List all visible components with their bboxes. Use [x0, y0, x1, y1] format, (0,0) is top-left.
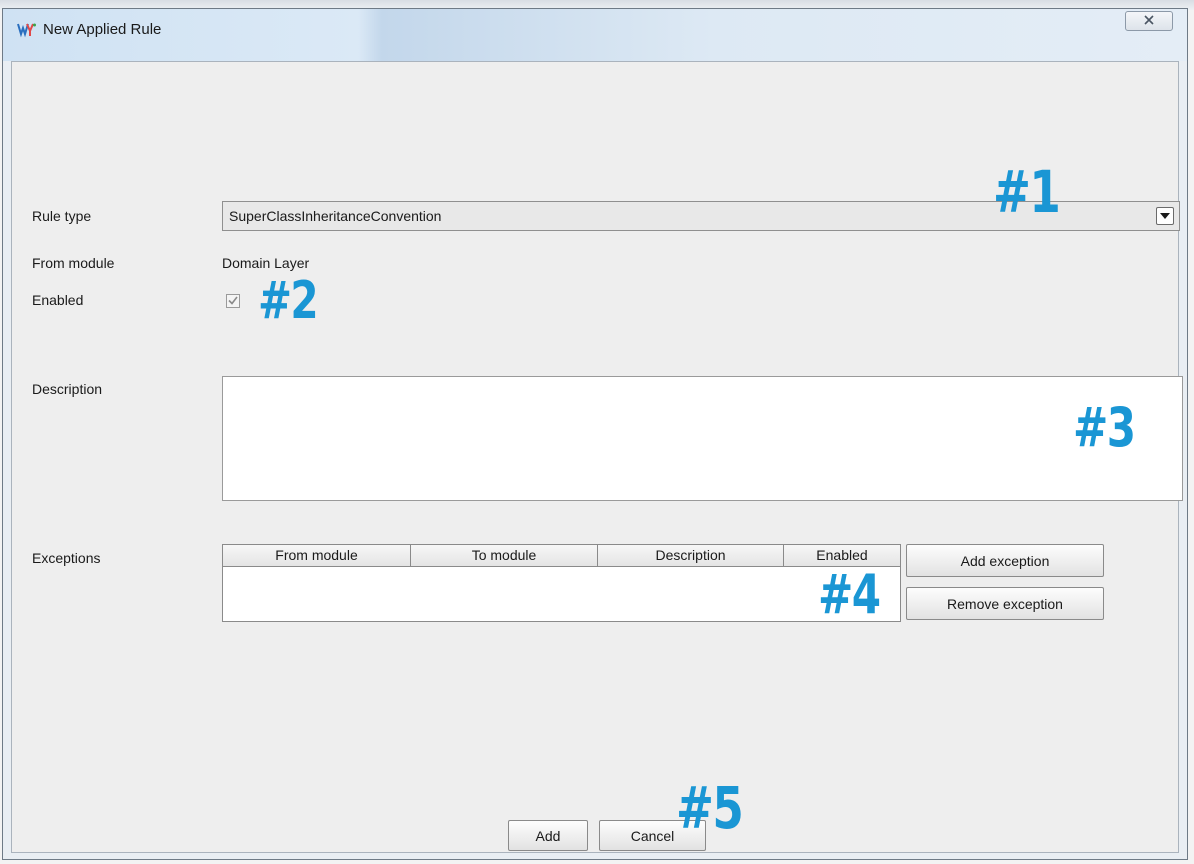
column-header-to-module[interactable]: To module	[411, 545, 598, 566]
remove-exception-button[interactable]: Remove exception	[906, 587, 1104, 620]
annotation-marker-2: #2	[258, 271, 319, 331]
close-button[interactable]	[1125, 11, 1173, 31]
app-logo-icon	[17, 22, 37, 38]
add-button[interactable]: Add	[508, 820, 588, 851]
table-header: From module To module Description Enable…	[223, 545, 900, 567]
exceptions-table[interactable]: From module To module Description Enable…	[222, 544, 901, 622]
description-textarea[interactable]	[222, 376, 1183, 501]
enabled-label: Enabled	[32, 292, 84, 308]
annotation-marker-4: #4	[818, 563, 881, 626]
window-title: New Applied Rule	[43, 21, 162, 38]
rule-type-value: SuperClassInheritanceConvention	[229, 208, 442, 224]
dropdown-arrow-icon[interactable]	[1156, 207, 1174, 225]
rule-type-label: Rule type	[32, 208, 92, 224]
checkmark-icon	[228, 292, 238, 310]
new-applied-rule-dialog: New Applied Rule Rule type SuperClassInh…	[2, 8, 1188, 860]
annotation-marker-3: #3	[1073, 396, 1136, 459]
from-module-label: From module	[32, 255, 115, 271]
description-label: Description	[32, 381, 103, 397]
enabled-checkbox[interactable]	[226, 294, 240, 308]
add-exception-button[interactable]: Add exception	[906, 544, 1104, 577]
column-header-description[interactable]: Description	[598, 545, 784, 566]
annotation-marker-5: #5	[676, 774, 744, 842]
column-header-from-module[interactable]: From module	[223, 545, 411, 566]
title-bar[interactable]: New Applied Rule	[3, 9, 1187, 61]
annotation-marker-1: #1	[993, 158, 1061, 226]
from-module-value: Domain Layer	[222, 255, 310, 271]
exceptions-label: Exceptions	[32, 550, 101, 566]
close-icon	[1143, 12, 1155, 30]
